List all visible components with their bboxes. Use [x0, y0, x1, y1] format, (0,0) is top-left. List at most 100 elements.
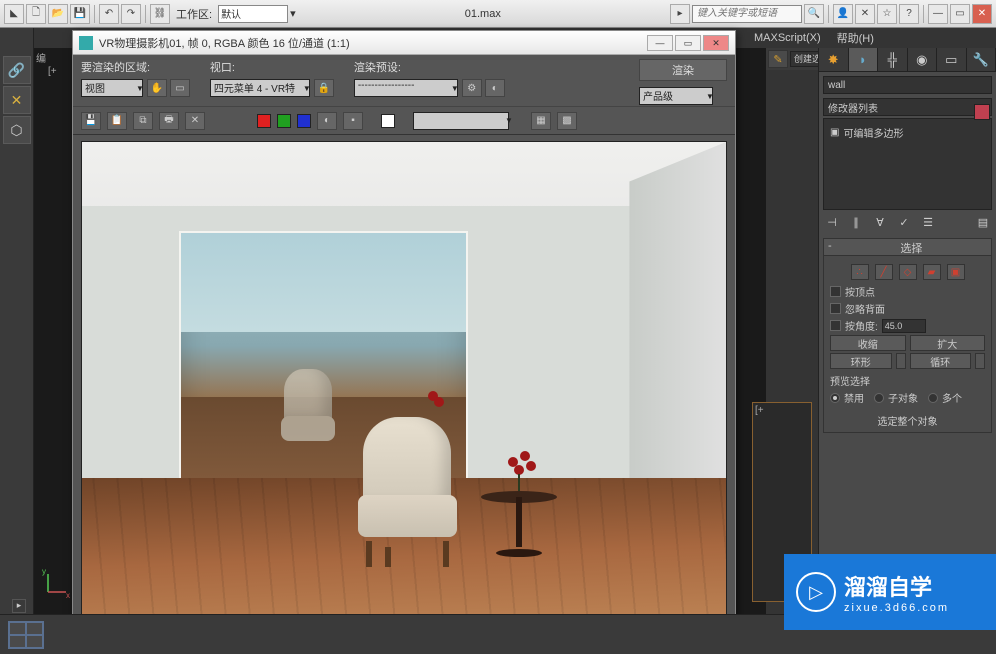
tab-hierarchy-icon[interactable]: ╬ [878, 48, 908, 71]
region-hand-icon[interactable]: ✋ [147, 79, 167, 97]
grow-button[interactable]: 扩大 [910, 335, 986, 351]
workspace-dropdown[interactable]: 默认 [218, 5, 288, 23]
clone-icon[interactable]: ⧉ [133, 112, 153, 130]
modifier-stack[interactable]: ▣ 可编辑多边形 [823, 118, 992, 210]
help-search-input[interactable] [692, 5, 802, 23]
left-toolbar: 🔗 ✕ ⬡ [0, 28, 34, 614]
green-channel-icon[interactable] [277, 114, 291, 128]
tool-icon-1[interactable]: ✎ [768, 50, 788, 68]
save-icon[interactable]: 💾 [70, 4, 90, 24]
workspace-label: 工作区: [176, 6, 212, 22]
subobj-vertex-icon[interactable]: ∴ [851, 264, 869, 280]
undo-icon[interactable]: ↶ [99, 4, 119, 24]
unique-icon[interactable]: ∀ [871, 213, 889, 231]
radio-subobj[interactable] [874, 393, 884, 403]
unlink-icon[interactable]: ✕ [3, 86, 31, 114]
environ-icon[interactable]: ◐ [485, 79, 505, 97]
modifier-item: ▣ 可编辑多边形 [828, 123, 987, 142]
render-app-icon [79, 36, 93, 50]
mono-icon[interactable]: ▪ [343, 112, 363, 130]
viewport-layout-icon[interactable] [8, 621, 44, 649]
expand-icon[interactable]: ▣ [830, 127, 839, 138]
exchange-icon[interactable]: ✕ [855, 4, 875, 24]
rollout-selection-body: ∴ ╱ ◇ ▰ ▣ 按顶点 忽略背面 按角度: 45.0 收缩 扩大 环形 循环… [823, 256, 992, 433]
open-icon[interactable]: 📂 [48, 4, 68, 24]
print-icon[interactable]: 🖶 [159, 112, 179, 130]
render-title: VR物理摄影机01, 帧 0, RGBA 颜色 16 位/通道 (1:1) [99, 35, 645, 51]
project-icon[interactable]: ▸ [670, 4, 690, 24]
radio-multi[interactable] [928, 393, 938, 403]
production-dropdown[interactable]: 产品级 [639, 87, 713, 105]
modifier-list-dropdown[interactable]: 修改器列表▼ [823, 98, 992, 116]
new-icon[interactable]: 🗋 [26, 4, 46, 24]
overlay-a-icon[interactable]: ▦ [531, 112, 551, 130]
chk-by-vertex[interactable] [830, 286, 841, 297]
shrink-button[interactable]: 收缩 [830, 335, 906, 351]
render-setup-icon[interactable]: ⚙ [462, 79, 482, 97]
chk-ignore-backface[interactable] [830, 303, 841, 314]
subobj-polygon-icon[interactable]: ▰ [923, 264, 941, 280]
tab-utilities-icon[interactable]: 🔧 [967, 48, 996, 71]
loop-button[interactable]: 循环 [910, 353, 972, 369]
radio-disable[interactable] [830, 393, 840, 403]
pin-stack-icon[interactable]: ⊣ [823, 213, 841, 231]
minimize-icon[interactable]: — [647, 35, 673, 51]
alpha-channel-icon[interactable]: ◐ [317, 112, 337, 130]
render-titlebar[interactable]: VR物理摄影机01, 帧 0, RGBA 颜色 16 位/通道 (1:1) — … [73, 31, 735, 55]
link-icon[interactable]: ⛓ [150, 4, 170, 24]
tab-display-icon[interactable]: ▭ [937, 48, 967, 71]
tab-modify-icon[interactable]: ◗ [849, 48, 879, 71]
clear-icon[interactable]: ✕ [185, 112, 205, 130]
overlay-b-icon[interactable]: ▩ [557, 112, 577, 130]
angle-spinner[interactable]: 45.0 [882, 319, 926, 333]
ring-button[interactable]: 环形 [830, 353, 892, 369]
object-name-field[interactable]: wall [823, 76, 992, 94]
redo-icon[interactable]: ↷ [121, 4, 141, 24]
restore-icon[interactable]: ▭ [950, 4, 970, 24]
loop-spinner-icon[interactable] [975, 353, 985, 369]
viewport-dropdown[interactable]: 四元菜单 4 - VR特 [210, 79, 310, 97]
rollout-selection-header[interactable]: -选择 [823, 238, 992, 256]
help-icon[interactable]: ? [899, 4, 919, 24]
red-channel-icon[interactable] [257, 114, 271, 128]
min-icon[interactable]: — [928, 4, 948, 24]
sets-icon[interactable]: ▤ [974, 213, 992, 231]
render-button[interactable]: 渲染 [639, 59, 727, 81]
watermark-brand: 溜溜自学 [844, 570, 949, 602]
close-app-icon[interactable]: ✕ [972, 4, 992, 24]
menu-help[interactable]: 帮助(H) [837, 30, 874, 46]
subobj-border-icon[interactable]: ◇ [899, 264, 917, 280]
remove-mod-icon[interactable]: ✓ [895, 213, 913, 231]
channel-dropdown[interactable]: RGB Alpha [413, 112, 509, 130]
menu-maxscript[interactable]: MAXScript(X) [754, 32, 821, 44]
lock-viewport-icon[interactable]: 🔒 [314, 79, 334, 97]
region-edit-icon[interactable]: ▭ [170, 79, 190, 97]
maximize-icon[interactable]: ▭ [675, 35, 701, 51]
search-icon[interactable]: 🔍 [804, 4, 824, 24]
tab-motion-icon[interactable]: ◉ [908, 48, 938, 71]
show-result-icon[interactable]: ∥ [847, 213, 865, 231]
preview-label: 预览选择 [830, 373, 985, 388]
tab-create-icon[interactable]: ✸ [819, 48, 849, 71]
object-color-swatch[interactable] [974, 104, 990, 120]
favorite-icon[interactable]: ☆ [877, 4, 897, 24]
swatch-icon[interactable] [381, 114, 395, 128]
app-menu-icon[interactable]: ◣ [4, 4, 24, 24]
chk-by-angle[interactable] [830, 320, 841, 331]
preset-dropdown[interactable]: ----------------- [354, 79, 458, 97]
ring-spinner-icon[interactable] [896, 353, 906, 369]
selection-status: 选定整个对象 [830, 413, 985, 428]
subobj-element-icon[interactable]: ▣ [947, 264, 965, 280]
configure-icon[interactable]: ☰ [919, 213, 937, 231]
close-icon[interactable]: ✕ [703, 35, 729, 51]
playback-icon[interactable]: ▸ [12, 599, 26, 613]
blue-channel-icon[interactable] [297, 114, 311, 128]
signin-icon[interactable]: 👤 [833, 4, 853, 24]
copy-image-icon[interactable]: 📋 [107, 112, 127, 130]
svg-text:x: x [66, 591, 70, 598]
select-link-icon[interactable]: 🔗 [3, 56, 31, 84]
area-dropdown[interactable]: 视图 [81, 79, 143, 97]
bind-icon[interactable]: ⬡ [3, 116, 31, 144]
subobj-edge-icon[interactable]: ╱ [875, 264, 893, 280]
save-image-icon[interactable]: 💾 [81, 112, 101, 130]
